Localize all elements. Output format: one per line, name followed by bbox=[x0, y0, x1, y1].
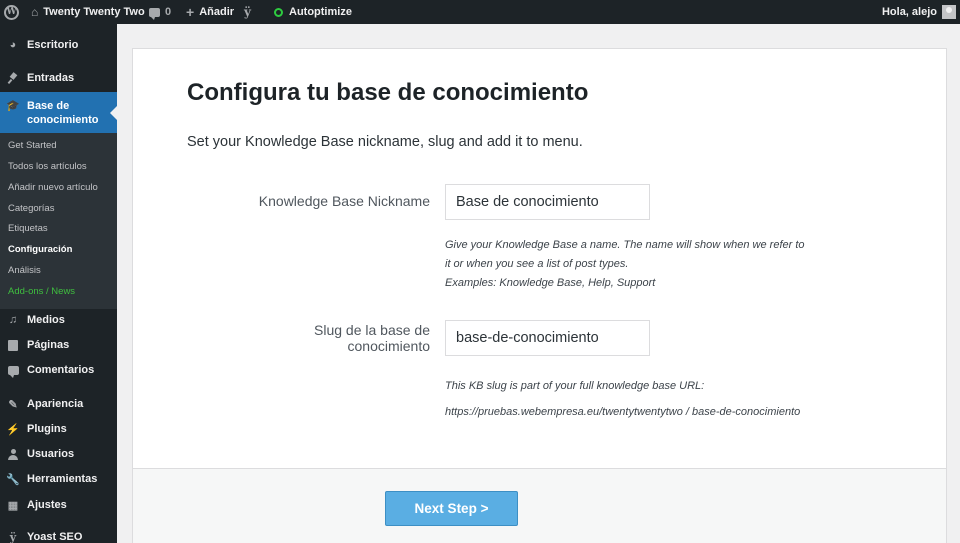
plugin-icon: ⚡ bbox=[6, 423, 20, 436]
submenu-tags[interactable]: Etiquetas bbox=[8, 223, 48, 234]
sidebar-item-label: Medios bbox=[27, 314, 65, 326]
help-line: This KB slug is part of your full knowle… bbox=[445, 380, 705, 392]
submenu-categories[interactable]: Categorías bbox=[8, 203, 54, 214]
setup-panel: Configura tu base de conocimiento Set yo… bbox=[132, 48, 947, 543]
sidebar-item-pages[interactable]: Páginas bbox=[0, 335, 117, 355]
sidebar-item-comments[interactable]: Comentarios bbox=[0, 360, 117, 380]
submenu-add-article[interactable]: Añadir nuevo artículo bbox=[8, 182, 98, 193]
kb-url-text: https://pruebas.webempresa.eu/twentytwen… bbox=[445, 406, 801, 418]
sidebar-item-media[interactable]: ♫ Medios bbox=[0, 310, 117, 330]
sidebar-item-label: Escritorio bbox=[27, 39, 79, 51]
submenu-addons-news[interactable]: Add-ons / News bbox=[8, 286, 75, 297]
new-content-link[interactable]: + Añadir bbox=[186, 0, 234, 24]
graduation-cap-icon: 🎓 bbox=[6, 99, 20, 112]
nickname-help: Give your Knowledge Base a name. The nam… bbox=[445, 236, 805, 293]
submenu-all-articles[interactable]: Todos los artículos bbox=[8, 161, 87, 172]
settings-icon: ▦ bbox=[7, 499, 19, 512]
greeting: Hola, alejo bbox=[881, 6, 937, 18]
autoptimize-label: Autoptimize bbox=[289, 6, 352, 18]
sidebar-item-label: Comentarios bbox=[27, 364, 95, 376]
sidebar-item-label: Páginas bbox=[27, 339, 70, 351]
sidebar-item-appearance[interactable]: ✎ Apariencia bbox=[0, 394, 117, 414]
help-line: it or when you see a list of post types. bbox=[445, 258, 629, 270]
slug-input[interactable] bbox=[445, 320, 650, 356]
comment-icon bbox=[6, 363, 20, 378]
knowledge-base-submenu: Get Started Todos los artículos Añadir n… bbox=[0, 133, 117, 309]
admin-bar: W ⌂ Twenty Twenty Two 0 + Añadir ÿ Autop… bbox=[0, 0, 960, 24]
pages-icon bbox=[6, 338, 20, 352]
nickname-input[interactable] bbox=[445, 184, 650, 220]
yoast-menu[interactable]: ÿ bbox=[244, 0, 251, 24]
plus-icon: + bbox=[186, 4, 195, 20]
sidebar-item-users[interactable]: Usuarios bbox=[0, 444, 117, 464]
sidebar-item-label: Entradas bbox=[27, 72, 75, 84]
slug-label-line: Slug de la base de bbox=[314, 322, 430, 338]
sidebar-item-tools[interactable]: 🔧 Herramientas bbox=[0, 469, 117, 489]
help-line: Give your Knowledge Base a name. The nam… bbox=[445, 239, 805, 251]
comment-icon bbox=[149, 7, 160, 20]
sidebar-item-label: Herramientas bbox=[27, 473, 98, 485]
submenu-analytics[interactable]: Análisis bbox=[8, 265, 41, 276]
slug-label-line: conocimiento bbox=[347, 338, 431, 354]
sidebar-item-knowledge-base[interactable]: 🎓 Base de conocimiento bbox=[0, 92, 117, 133]
wrench-icon: 🔧 bbox=[6, 473, 20, 486]
next-step-button[interactable]: Next Step > bbox=[385, 491, 518, 526]
avatar bbox=[942, 5, 956, 19]
users-icon bbox=[6, 447, 20, 461]
wordpress-logo-icon[interactable]: W bbox=[4, 0, 22, 24]
sidebar-item-posts[interactable]: Entradas bbox=[0, 68, 117, 88]
intro-text: Set your Knowledge Base nickname, slug a… bbox=[187, 134, 583, 150]
site-name-link[interactable]: ⌂ Twenty Twenty Two bbox=[31, 0, 145, 24]
nickname-label: Knowledge Base Nickname bbox=[258, 193, 430, 209]
sidebar-item-label: Apariencia bbox=[27, 398, 84, 410]
home-icon: ⌂ bbox=[31, 5, 39, 19]
sidebar-item-settings[interactable]: ▦ Ajustes bbox=[0, 495, 117, 515]
slug-label: Slug de la base de conocimiento bbox=[314, 322, 430, 354]
page-title: Configura tu base de conocimiento bbox=[187, 79, 589, 106]
submenu-configuration[interactable]: Configuración bbox=[8, 244, 72, 255]
new-content-label: Añadir bbox=[199, 6, 235, 18]
help-line: Examples: Knowledge Base, Help, Support bbox=[445, 277, 656, 289]
sidebar-item-label: Yoast SEO bbox=[27, 531, 83, 543]
sidebar-item-label: Plugins bbox=[27, 423, 67, 435]
sidebar-item-plugins[interactable]: ⚡ Plugins bbox=[0, 419, 117, 439]
sidebar-item-dashboard[interactable]: ◕ Escritorio bbox=[0, 35, 117, 55]
sidebar-item-label: Base de conocimiento bbox=[27, 99, 99, 126]
dashboard-icon: ◕ bbox=[9, 39, 17, 51]
media-icon: ♫ bbox=[8, 314, 18, 326]
slug-help: This KB slug is part of your full knowle… bbox=[445, 373, 800, 425]
autoptimize-status-icon bbox=[274, 7, 283, 17]
paintbrush-icon: ✎ bbox=[8, 398, 18, 411]
site-name: Twenty Twenty Two bbox=[43, 6, 145, 18]
admin-sidebar: ◕ Escritorio Entradas 🎓 Base de conocimi… bbox=[0, 24, 117, 543]
submenu-get-started[interactable]: Get Started bbox=[8, 140, 57, 151]
account-menu[interactable]: Hola, alejo bbox=[882, 0, 956, 24]
comments-count: 0 bbox=[165, 6, 172, 18]
yoast-icon: ÿ bbox=[244, 5, 251, 19]
comments-link[interactable]: 0 bbox=[149, 0, 171, 24]
sidebar-item-yoast-seo[interactable]: ÿ Yoast SEO bbox=[0, 527, 117, 543]
sidebar-item-label: Usuarios bbox=[27, 448, 75, 460]
pin-icon bbox=[6, 71, 20, 85]
yoast-icon: ÿ bbox=[9, 530, 17, 543]
autoptimize-menu[interactable]: Autoptimize bbox=[274, 0, 352, 24]
sidebar-item-label: Ajustes bbox=[27, 499, 67, 511]
panel-footer bbox=[133, 468, 946, 543]
